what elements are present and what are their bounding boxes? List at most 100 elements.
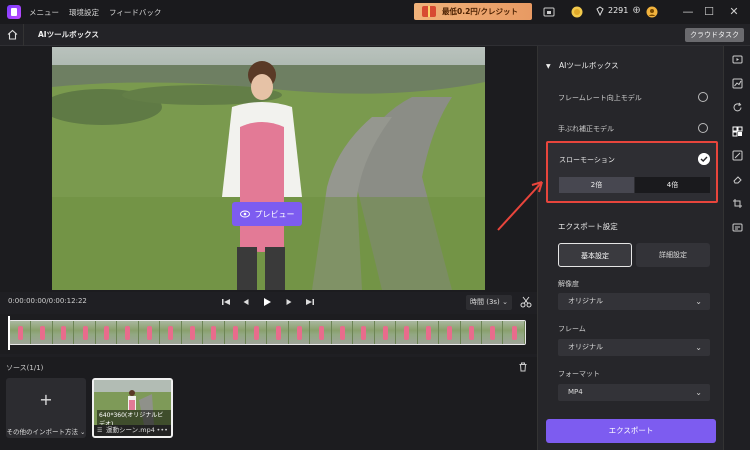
cloud-task-button[interactable]: クラウドタスク — [685, 28, 744, 42]
timeline-thumbnail — [439, 321, 461, 344]
playhead[interactable] — [8, 316, 10, 350]
chart-icon[interactable] — [732, 78, 743, 89]
format-value: MP4 — [568, 388, 583, 396]
home-button[interactable] — [2, 23, 24, 46]
trash-icon[interactable] — [518, 362, 528, 372]
timeline-thumbnail — [417, 321, 440, 344]
check-icon[interactable] — [698, 153, 710, 165]
tab-advanced-settings[interactable]: 詳細設定 — [636, 243, 710, 267]
timeline-thumbnail — [460, 321, 482, 344]
preview-label: プレビュー — [254, 209, 295, 219]
crop-icon[interactable] — [732, 198, 743, 209]
video-frame — [52, 47, 485, 290]
option-frame-rate-radio[interactable] — [698, 92, 708, 102]
preview-button[interactable]: プレビュー — [232, 202, 302, 226]
more-icon[interactable]: ••• — [156, 425, 168, 436]
play-icon[interactable] — [261, 296, 273, 308]
ai-toolbox-panel: ▼ AIツールボックス フレームレート向上モデル 手ぶれ補正モデル スローモーシ… — [537, 46, 723, 450]
duration-value: 時間 (3s) — [470, 298, 500, 306]
timeline-thumbnail — [331, 321, 354, 344]
screen-share-icon[interactable] — [543, 6, 555, 18]
timeline[interactable] — [0, 314, 537, 354]
prev-frame-icon[interactable] — [240, 296, 252, 308]
resolution-label: 解像度 — [558, 280, 579, 288]
timeline-thumbnail — [224, 321, 246, 344]
eye-icon — [239, 210, 250, 218]
menu-item-menu[interactable]: メニュー — [29, 7, 59, 18]
points-counter[interactable]: 2291 ⊕ — [595, 5, 641, 16]
timeline-thumbnail — [353, 321, 375, 344]
chevron-down-icon: ⌄ — [695, 388, 702, 397]
timeline-thumbnail — [52, 321, 75, 344]
edit-icon[interactable] — [732, 150, 743, 161]
import-label: その他のインポート方法 ⌄ — [6, 428, 86, 436]
skip-start-icon[interactable] — [220, 296, 232, 308]
source-label: ソース(1/1) — [6, 364, 44, 372]
timeline-thumbnail — [117, 321, 139, 344]
header-bar: AIツールボックス クラウドタスク — [0, 23, 750, 46]
gift-icon — [422, 6, 436, 17]
diamond-icon — [596, 5, 604, 16]
duration-select[interactable]: 時間 (3s) ⌄ — [466, 295, 512, 310]
option-frame-rate-label: フレームレート向上モデル — [558, 94, 642, 102]
tab-basic-settings[interactable]: 基本設定 — [558, 243, 632, 267]
avatar-icon[interactable] — [646, 6, 658, 18]
slow-motion-label: スローモーション — [559, 156, 615, 164]
refresh-icon[interactable] — [732, 102, 743, 113]
speed-4x-option[interactable]: 4倍 — [635, 177, 710, 193]
preview-area: プレビュー — [0, 46, 537, 292]
source-area: ソース(1/1) + その他のインポート方法 ⌄ 640*360(オリジナルビデ… — [0, 357, 537, 450]
option-stabilize-radio[interactable] — [698, 123, 708, 133]
video-enhance-icon[interactable] — [732, 54, 743, 65]
grid-icon[interactable] — [732, 126, 743, 137]
timecode: 0:00:00:00/0:00:12:22 — [8, 297, 87, 305]
timeline-thumbnail — [481, 321, 504, 344]
maximize-icon[interactable]: ☐ — [701, 4, 717, 20]
export-button[interactable]: エクスポート — [546, 419, 716, 443]
coin-icon[interactable] — [571, 6, 583, 18]
panel-header[interactable]: ▼ AIツールボックス — [546, 60, 619, 71]
video-preview[interactable] — [52, 47, 485, 290]
clip-name-bar: ☰ 運動シーン.mp4 ••• — [94, 425, 171, 436]
resolution-select[interactable]: オリジナル ⌄ — [558, 293, 710, 310]
speed-2x-option[interactable]: 2倍 — [559, 177, 634, 193]
next-frame-icon[interactable] — [283, 296, 295, 308]
timeline-thumbnail — [203, 321, 225, 344]
menu-item-preferences[interactable]: 環境設定 — [69, 7, 99, 18]
timeline-thumbnail — [160, 321, 182, 344]
tool-sidebar — [723, 46, 750, 450]
promo-banner[interactable]: 最低0.2円/クレジット — [414, 3, 532, 20]
timeline-thumbnail — [74, 321, 96, 344]
skip-end-icon[interactable] — [304, 296, 316, 308]
timeline-thumbnail — [245, 321, 268, 344]
close-icon[interactable]: ✕ — [726, 4, 742, 20]
format-select[interactable]: MP4 ⌄ — [558, 384, 710, 401]
timeline-track[interactable] — [9, 320, 526, 345]
clip-card[interactable]: 640*360(オリジナルビデオ) ☰ 運動シーン.mp4 ••• — [92, 378, 173, 438]
option-stabilize-label: 手ぶれ補正モデル — [558, 125, 614, 133]
frame-label: フレーム — [558, 325, 586, 333]
timeline-thumbnail — [374, 321, 397, 344]
add-icon[interactable]: ⊕ — [632, 5, 640, 16]
playback-controls: 0:00:00:00/0:00:12:22 時間 (3s) ⌄ — [0, 292, 537, 314]
timeline-thumbnail — [181, 321, 204, 344]
page-title: AIツールボックス — [38, 30, 99, 39]
timeline-thumbnail — [95, 321, 118, 344]
caption-icon[interactable] — [732, 222, 743, 233]
timeline-thumbnail — [310, 321, 332, 344]
film-icon: ☰ — [97, 427, 103, 434]
frame-select[interactable]: オリジナル ⌄ — [558, 339, 710, 356]
scissors-icon[interactable] — [520, 296, 532, 308]
minimize-icon[interactable]: — — [680, 4, 696, 20]
timeline-thumbnail — [10, 321, 32, 344]
menu-item-feedback[interactable]: フィードバック — [109, 7, 161, 18]
promo-text: 最低0.2円/クレジット — [442, 7, 519, 16]
eraser-icon[interactable] — [732, 174, 743, 185]
import-card[interactable]: + その他のインポート方法 ⌄ — [6, 378, 86, 438]
chevron-down-icon: ⌄ — [502, 298, 508, 306]
caret-down-icon: ▼ — [546, 63, 551, 70]
timeline-thumbnail — [503, 321, 525, 344]
slow-motion-card[interactable]: スローモーション 2倍 4倍 — [546, 141, 718, 203]
points-value: 2291 — [608, 6, 629, 15]
clip-name: 運動シーン.mp4 — [106, 426, 155, 434]
